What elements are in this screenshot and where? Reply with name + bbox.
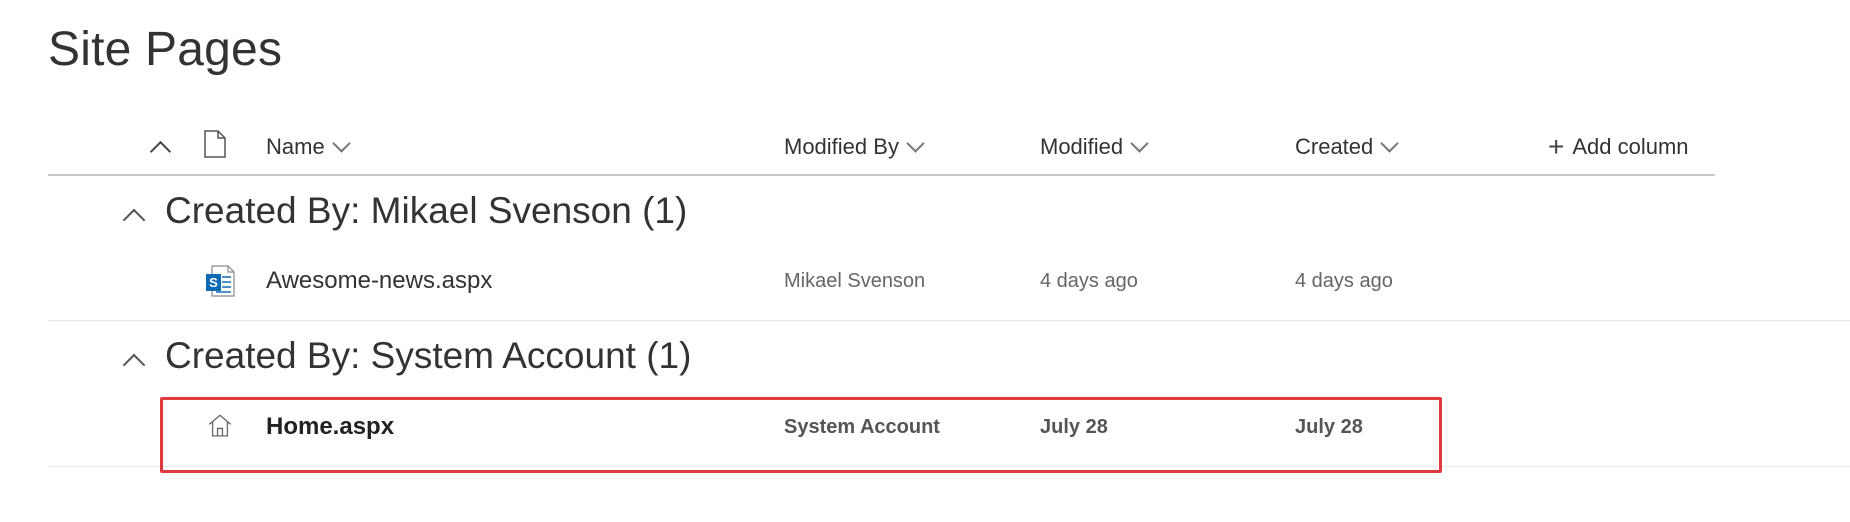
- row-name[interactable]: Home.aspx: [266, 388, 394, 466]
- plus-icon: +: [1548, 131, 1565, 162]
- row-name[interactable]: Awesome-news.aspx: [266, 242, 492, 320]
- row-modified-by: Mikael Svenson: [784, 269, 926, 292]
- group-title[interactable]: Created By: System Account (1): [165, 335, 691, 377]
- row-created: July 28: [1295, 415, 1363, 438]
- column-header-name[interactable]: Name: [266, 120, 351, 174]
- row-modified: 4 days ago: [1040, 269, 1138, 292]
- chevron-down-icon: [1380, 133, 1399, 153]
- column-header-created[interactable]: Created: [1295, 120, 1399, 174]
- add-column-label: Add column: [1572, 134, 1689, 159]
- svg-text:S: S: [209, 275, 218, 290]
- column-header-modified-label: Modified: [1040, 134, 1124, 159]
- row-created: 4 days ago: [1295, 269, 1393, 292]
- page-title: Site Pages: [48, 23, 283, 76]
- chevron-up-icon: [149, 140, 171, 162]
- chevron-down-icon: [1130, 133, 1149, 153]
- home-icon: [208, 414, 232, 437]
- column-header-modified[interactable]: Modified: [1040, 120, 1149, 174]
- table-row[interactable]: S Awesome-news.aspx Mikael Svenson 4 day…: [48, 242, 1850, 321]
- add-column-button[interactable]: + Add column: [1548, 120, 1689, 174]
- column-header-row: Name Modified By Modified Created + Add …: [48, 120, 1715, 176]
- sharepoint-page-icon: S: [206, 265, 235, 297]
- chevron-down-icon: [331, 133, 351, 153]
- column-header-modified-by-label: Modified By: [784, 134, 899, 159]
- file-type-icon[interactable]: [204, 130, 226, 158]
- group-header: Created By: System Account (1): [48, 329, 1848, 389]
- column-header-name-label: Name: [266, 134, 325, 159]
- collapse-all-button[interactable]: [140, 120, 180, 174]
- column-header-created-label: Created: [1295, 134, 1374, 159]
- table-row[interactable]: Home.aspx System Account July 28 July 28: [48, 388, 1850, 467]
- chevron-down-icon: [906, 133, 925, 153]
- chevron-up-icon[interactable]: [122, 353, 146, 377]
- row-modified: July 28: [1040, 415, 1108, 438]
- chevron-up-icon[interactable]: [122, 208, 146, 232]
- row-modified-by: System Account: [784, 415, 940, 438]
- group-title[interactable]: Created By: Mikael Svenson (1): [165, 190, 687, 232]
- site-pages-view: Site Pages Name Modified By Modified Cre…: [0, 0, 1850, 522]
- group-header: Created By: Mikael Svenson (1): [48, 184, 1848, 244]
- column-header-modified-by[interactable]: Modified By: [784, 120, 925, 174]
